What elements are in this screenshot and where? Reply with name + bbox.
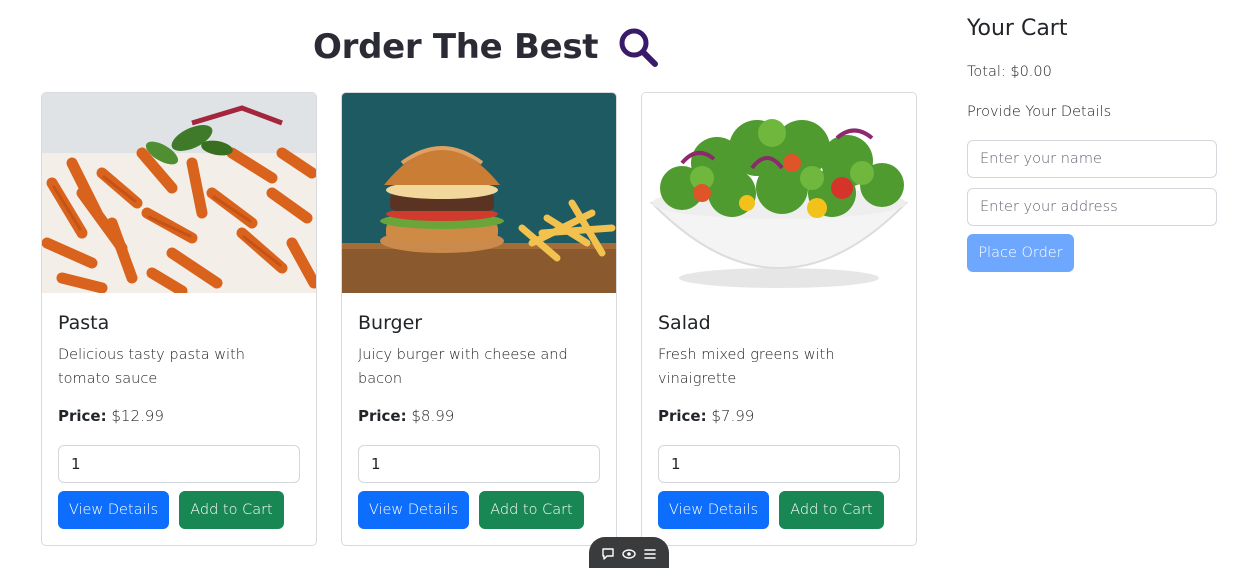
page-title: Order The Best	[313, 27, 599, 67]
product-name: Salad	[658, 312, 711, 334]
view-details-button[interactable]: View Details	[358, 491, 469, 529]
price-label: Price:	[58, 407, 107, 425]
cart-panel: Your Cart Total: $0.00 Provide Your Deta…	[967, 14, 1217, 272]
price-value: $8.99	[411, 407, 455, 425]
product-price: Price: $8.99	[358, 407, 454, 425]
price-value: $12.99	[111, 407, 164, 425]
pasta-image	[42, 93, 316, 293]
product-card-salad: Salad Fresh mixed greens with vinaigrett…	[641, 92, 917, 546]
product-price: Price: $7.99	[658, 407, 754, 425]
product-name: Burger	[358, 312, 423, 334]
comment-icon[interactable]	[601, 546, 615, 560]
place-order-button[interactable]: Place Order	[967, 234, 1074, 272]
product-description: Juicy burger with cheese and bacon	[358, 347, 568, 387]
page-header: Order The Best	[313, 22, 660, 72]
product-price: Price: $12.99	[58, 407, 164, 425]
add-to-cart-button[interactable]: Add to Cart	[179, 491, 284, 529]
address-input[interactable]	[967, 188, 1217, 226]
floating-toolbar	[589, 537, 669, 568]
view-details-button[interactable]: View Details	[58, 491, 169, 529]
salad-image	[642, 93, 916, 293]
product-description: Fresh mixed greens with vinaigrette	[658, 347, 835, 387]
add-to-cart-button[interactable]: Add to Cart	[479, 491, 584, 529]
name-input[interactable]	[967, 140, 1217, 178]
view-details-button[interactable]: View Details	[658, 491, 769, 529]
product-description: Delicious tasty pasta with tomato sauce	[58, 347, 245, 387]
search-icon[interactable]	[616, 25, 660, 69]
details-label: Provide Your Details	[967, 104, 1112, 120]
product-card-burger: Burger Juicy burger with cheese and baco…	[341, 92, 617, 546]
cart-total: Total: $0.00	[967, 64, 1052, 80]
menu-icon[interactable]	[643, 546, 657, 560]
quantity-input[interactable]	[358, 445, 600, 483]
add-to-cart-button[interactable]: Add to Cart	[779, 491, 884, 529]
quantity-input[interactable]	[58, 445, 300, 483]
burger-image	[342, 93, 616, 293]
price-label: Price:	[658, 407, 707, 425]
product-name: Pasta	[58, 312, 110, 334]
eye-icon[interactable]	[622, 546, 636, 560]
price-value: $7.99	[711, 407, 755, 425]
quantity-input[interactable]	[658, 445, 900, 483]
product-card-pasta: Pasta Delicious tasty pasta with tomato …	[41, 92, 317, 546]
price-label: Price:	[358, 407, 407, 425]
cart-title: Your Cart	[967, 16, 1068, 41]
